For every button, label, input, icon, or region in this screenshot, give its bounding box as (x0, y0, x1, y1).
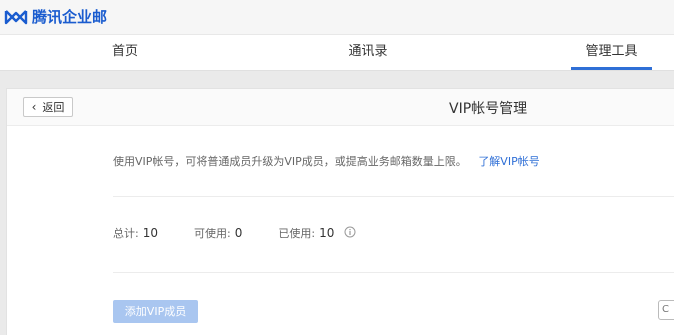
stat-available-label: 可使用: (194, 227, 231, 240)
top-bar: 腾讯企业邮 (0, 0, 674, 35)
app-logo[interactable]: 腾讯企业邮 (4, 8, 107, 26)
description-text: 使用VIP帐号，可将普通成员升级为VIP成员，或提高业务邮箱数量上限。 (113, 155, 467, 168)
page-title: VIP帐号管理 (449, 101, 528, 117)
stat-used-value: 10 (319, 226, 335, 240)
app-logo-text: 腾讯企业邮 (32, 8, 108, 26)
divider (113, 272, 674, 273)
info-icon[interactable] (344, 226, 356, 241)
stat-total-label: 总计: (113, 227, 139, 240)
main-nav: 首页 通讯录 管理工具 (0, 35, 674, 71)
back-button-label: 返回 (42, 101, 65, 114)
divider (113, 196, 674, 197)
tencent-logo-icon (4, 10, 28, 25)
stat-available-value: 0 (234, 226, 243, 240)
panel-header: ‹ 返回 VIP帐号管理 (7, 89, 674, 126)
stat-total: 总计: 10 (113, 225, 158, 241)
tab-admin-tools[interactable]: 管理工具 (571, 35, 652, 70)
back-button[interactable]: ‹ 返回 (23, 97, 73, 117)
stat-used: 已使用: 10 (278, 225, 334, 241)
stat-available: 可使用: 0 (194, 225, 242, 241)
tab-contacts[interactable]: 通讯录 (333, 35, 403, 70)
stat-total-value: 10 (142, 226, 158, 240)
learn-vip-link[interactable]: 了解VIP帐号 (478, 155, 539, 168)
chevron-left-icon: ‹ (31, 100, 37, 114)
clipped-control[interactable]: C (658, 300, 674, 320)
vip-description: 使用VIP帐号，可将普通成员升级为VIP成员，或提高业务邮箱数量上限。 了解VI… (113, 153, 540, 169)
vip-account-panel: ‹ 返回 VIP帐号管理 使用VIP帐号，可将普通成员升级为VIP成员，或提高业… (6, 88, 674, 335)
add-vip-member-button[interactable]: 添加VIP成员 (113, 300, 198, 323)
tab-home[interactable]: 首页 (94, 35, 156, 70)
stat-used-label: 已使用: (278, 227, 316, 240)
vip-stats: 总计: 10 可使用: 0 已使用: 10 (113, 225, 356, 241)
